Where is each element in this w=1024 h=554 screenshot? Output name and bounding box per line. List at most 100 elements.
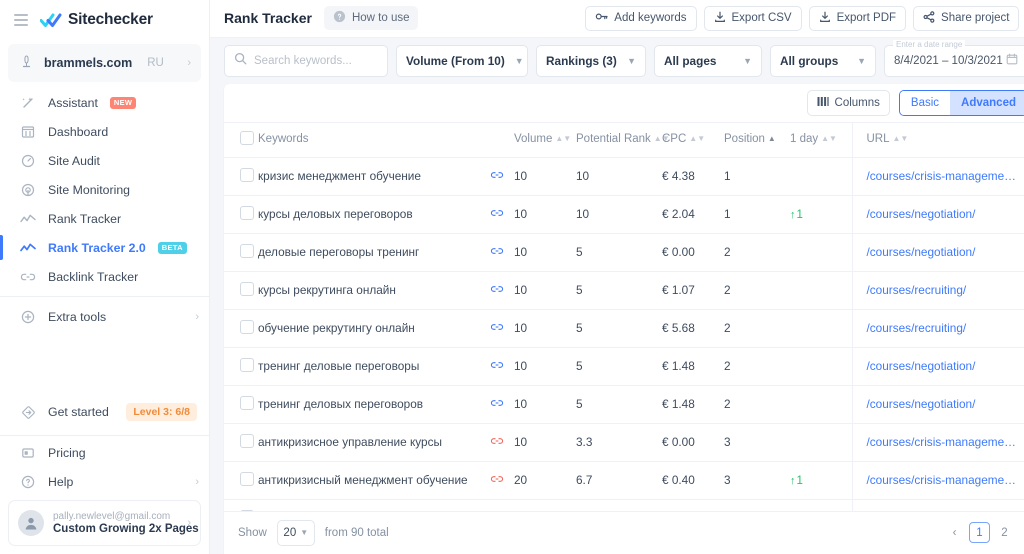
link-status-icon[interactable] — [490, 208, 504, 218]
sidebar-item-backlink-tracker[interactable]: Backlink Tracker — [0, 262, 209, 291]
how-to-use-button[interactable]: How to use — [323, 6, 419, 31]
url-link[interactable]: /courses/negotiation/ — [867, 359, 976, 373]
table-row[interactable]: курсы деловых переговоров 10 10 € 2.04 1 ↑1/c… — [224, 195, 1024, 234]
url-cell: /courses/crisis-manageme… — [851, 423, 1024, 462]
project-selector[interactable]: brammels.com RU › — [8, 44, 201, 82]
column-header-volume[interactable]: Volume ▲▼ — [514, 121, 576, 158]
volume-cell: 10 — [514, 385, 576, 424]
url-link[interactable]: /courses/crisis-manageme… — [867, 169, 1016, 183]
hamburger-icon[interactable] — [14, 14, 28, 26]
column-header-potential-rank[interactable]: Potential Rank▲▼ — [576, 121, 670, 158]
row-checkbox[interactable] — [240, 357, 254, 372]
select-all-checkbox[interactable] — [240, 130, 254, 145]
url-link[interactable]: /courses/negotiation/ — [867, 207, 976, 221]
url-link[interactable]: /courses/negotiation/ — [867, 397, 976, 411]
table-row[interactable]: деловые переговоры тренинг 10 5 € 0.00 2/cou… — [224, 233, 1024, 272]
column-header-keywords[interactable]: Keywords — [258, 121, 480, 158]
double-check-logo-icon — [40, 12, 62, 28]
column-header-position[interactable]: Position ▲ — [724, 121, 790, 158]
prev-page-button[interactable]: ‹ — [944, 522, 965, 543]
column-header-1-day[interactable]: 1 day ▲▼ — [790, 121, 852, 158]
row-checkbox[interactable] — [240, 205, 254, 220]
link-status-icon[interactable] — [490, 284, 504, 294]
volume-filter-select[interactable]: Volume (From 10) ▼ — [396, 44, 528, 77]
page-button-2[interactable]: 2 — [994, 522, 1015, 543]
date-range-field[interactable]: Enter a date range 8/4/2021 – 10/3/2021 — [884, 39, 1024, 77]
url-link[interactable]: /courses/negotiation/ — [867, 245, 976, 259]
table-row[interactable]: бизнес обучение онлайн 206.7€ 6.343↓1/cou… — [224, 499, 1024, 511]
groups-filter-select[interactable]: All groups ▼ — [770, 44, 876, 77]
sidebar-item-pricing[interactable]: Pricing — [0, 438, 209, 467]
link-cell — [480, 195, 514, 234]
column-header-url[interactable]: URL ▲▼ — [851, 121, 1024, 158]
search-keywords-box[interactable] — [224, 44, 388, 77]
table-row[interactable]: тренинг деловых переговоров 10 5 € 1.48 2/co… — [224, 385, 1024, 424]
share-project-button[interactable]: Share project — [913, 5, 1020, 31]
gauge-icon — [20, 153, 36, 169]
column-label: Volume — [514, 133, 553, 146]
pages-filter-select[interactable]: All pages ▼ — [654, 44, 762, 77]
link-status-icon[interactable] — [490, 170, 504, 180]
columns-button[interactable]: Columns — [806, 89, 890, 116]
page-button-1[interactable]: 1 — [969, 522, 990, 544]
link-status-icon[interactable] — [490, 474, 504, 484]
sidebar-item-extra-tools[interactable]: Extra tools › — [0, 302, 209, 331]
column-label: Position — [724, 133, 765, 146]
link-status-icon[interactable] — [490, 322, 504, 332]
column-header-cpc[interactable]: CPC ▲▼ — [662, 121, 724, 158]
tab-advanced[interactable]: Advanced — [950, 90, 1024, 115]
position-cell: 2 — [724, 309, 790, 348]
search-input[interactable] — [254, 54, 378, 67]
export-csv-button[interactable]: Export CSV — [703, 5, 802, 31]
sidebar-item-label: Rank Tracker — [48, 211, 122, 226]
link-status-icon[interactable] — [490, 436, 504, 446]
link-status-icon[interactable] — [490, 246, 504, 256]
sidebar-item-site-monitoring[interactable]: Site Monitoring — [0, 175, 209, 204]
table-row[interactable]: антикризисное управление курсы 10 3.3 € 0.0… — [224, 423, 1024, 462]
potential-rank-cell: 6.7 — [576, 461, 662, 500]
export-pdf-button[interactable]: Export PDF — [808, 5, 907, 31]
app-logo[interactable]: Sitechecker — [40, 11, 153, 29]
sidebar-item-get-started[interactable]: Get started Level 3: 6/8 — [0, 395, 209, 429]
add-keywords-button[interactable]: Add keywords — [585, 5, 697, 31]
page-size-select[interactable]: 20 ▼ — [276, 519, 315, 546]
logo-text: Sitechecker — [68, 11, 153, 28]
link-status-icon[interactable] — [490, 360, 504, 370]
table-row[interactable]: тренинг деловые переговоры 10 5 € 1.48 2/cou… — [224, 347, 1024, 386]
sidebar-item-site-audit[interactable]: Site Audit — [0, 146, 209, 175]
page-button-3[interactable]: 3 — [1019, 522, 1024, 543]
sidebar-item-assistant[interactable]: Assistant NEW — [0, 88, 209, 117]
sidebar-item-label: Pricing — [48, 445, 86, 460]
link-status-icon[interactable] — [490, 398, 504, 408]
row-checkbox[interactable] — [240, 471, 254, 486]
calendar-icon[interactable] — [1006, 52, 1018, 70]
row-checkbox[interactable] — [240, 319, 254, 334]
url-link[interactable]: /courses/recruiting/ — [867, 283, 967, 297]
row-select-cell — [224, 499, 258, 511]
rankings-filter-select[interactable]: Rankings (3) ▼ — [536, 44, 646, 77]
url-link[interactable]: /courses/crisis-manageme… — [867, 435, 1016, 449]
potential-rank-cell: 10 — [576, 157, 662, 196]
row-checkbox[interactable] — [240, 433, 254, 448]
row-checkbox[interactable] — [240, 281, 254, 296]
user-account-card[interactable]: pally.newlevel@gmail.com Custom Growing … — [8, 500, 201, 546]
position-cell: 3 — [724, 423, 790, 462]
table-row[interactable]: кризис менеджмент обучение 10 10 € 4.38 1/co… — [224, 157, 1024, 196]
row-checkbox[interactable] — [240, 395, 254, 410]
sidebar-item-rank-tracker[interactable]: Rank Tracker — [0, 204, 209, 233]
export-csv-label: Export CSV — [731, 12, 792, 25]
table-row[interactable]: антикризисный менеджмент обучение 20 6.7 € … — [224, 461, 1024, 500]
table-row[interactable]: обучение рекрутингу онлайн 10 5 € 5.68 2/cou… — [224, 309, 1024, 348]
sidebar-item-rank-tracker-2[interactable]: Rank Tracker 2.0 BETA — [0, 233, 209, 262]
row-checkbox[interactable] — [240, 509, 254, 511]
row-checkbox[interactable] — [240, 167, 254, 182]
sidebar-item-dashboard[interactable]: Dashboard — [0, 117, 209, 146]
download-icon — [714, 11, 726, 26]
row-checkbox[interactable] — [240, 243, 254, 258]
sidebar-item-help[interactable]: Help › — [0, 467, 209, 496]
sort-icon: ▲▼ — [555, 134, 572, 144]
url-link[interactable]: /courses/crisis-manageme… — [867, 473, 1016, 487]
tab-basic[interactable]: Basic — [899, 90, 951, 115]
table-row[interactable]: курсы рекрутинга онлайн 10 5 € 1.07 2/course… — [224, 271, 1024, 310]
url-link[interactable]: /courses/recruiting/ — [867, 321, 967, 335]
